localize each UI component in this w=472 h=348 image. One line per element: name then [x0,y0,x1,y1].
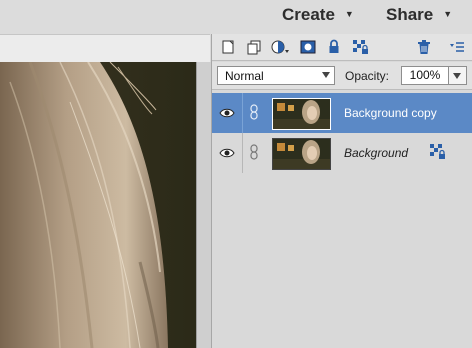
adjustment-layer-icon[interactable] [270,39,290,55]
column-divider [242,93,243,133]
new-layer-icon[interactable] [220,39,236,55]
photo-content [0,62,196,348]
opacity-slider-button[interactable] [448,66,467,85]
share-button[interactable]: Share ▼ [386,5,452,27]
panel-menu-icon[interactable] [449,39,465,55]
lock-transparency-icon[interactable] [429,143,447,161]
layer-row-background[interactable]: Background [212,133,472,173]
layer-mask-icon[interactable] [300,39,316,55]
chevron-down-icon [453,73,461,79]
create-label: Create [282,5,335,24]
blend-mode-value: Normal [225,69,264,83]
layer-thumbnail [272,138,331,170]
layer-thumbnail [272,98,331,130]
layers-panel: Normal Opacity: 100% Background copy Bac… [211,34,472,348]
top-bar: Create ▼ Share ▼ [0,0,472,34]
layers-toolbar [212,34,472,61]
link-icon[interactable] [249,144,259,160]
delete-layer-icon[interactable] [416,39,432,55]
layer-name: Background [344,146,409,160]
create-button[interactable]: Create ▼ [282,5,354,27]
share-label: Share [386,5,434,24]
image-canvas[interactable] [0,62,196,348]
column-divider [242,133,243,173]
document-tab-bar [0,34,210,63]
layer-controls: Normal Opacity: 100% [212,62,472,90]
chevron-down-icon [322,72,330,78]
visibility-eye-icon[interactable] [219,105,235,121]
chevron-down-icon: ▼ [443,9,453,19]
lock-all-icon[interactable] [326,39,342,55]
visibility-eye-icon[interactable] [219,145,235,161]
new-group-icon[interactable] [246,39,262,55]
opacity-label: Opacity: [345,69,390,83]
layer-row-background-copy[interactable]: Background copy [212,93,472,133]
lock-transparency-icon[interactable] [352,39,370,55]
blend-mode-select[interactable]: Normal [217,66,335,85]
opacity-input[interactable]: 100% [401,66,449,85]
canvas-vertical-scrollbar[interactable] [196,62,211,348]
chevron-down-icon: ▼ [344,9,354,19]
link-icon[interactable] [249,104,259,120]
layer-name: Background copy [344,106,437,120]
